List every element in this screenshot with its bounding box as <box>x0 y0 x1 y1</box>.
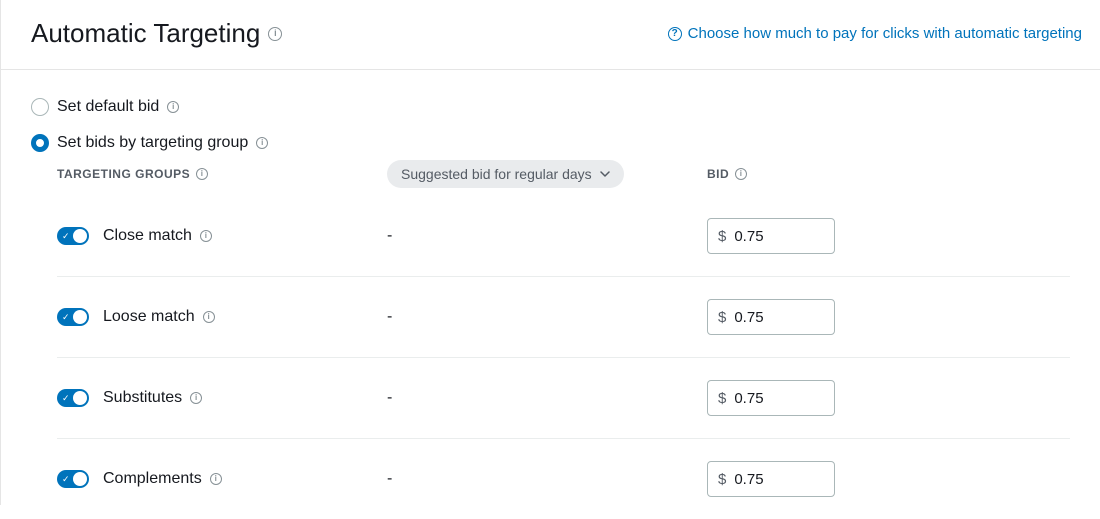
targeting-group-row: ✓ Complements - $ <box>57 439 1070 519</box>
targeting-groups-header-text: TARGETING GROUPS <box>57 167 190 181</box>
suggested-bid-cell: - <box>387 470 707 488</box>
radio-option-group-bid[interactable]: Set bids by targeting group <box>31 134 1070 152</box>
bid-input[interactable] <box>734 309 794 326</box>
bid-input-wrapper[interactable]: $ <box>707 380 835 416</box>
toggle-knob <box>73 229 87 243</box>
info-icon[interactable] <box>735 168 747 180</box>
page-title: Automatic Targeting <box>31 18 282 49</box>
targeting-group-list: ✓ Close match - $ ✓ Loose match - $ ✓ Substitutes… <box>31 196 1070 519</box>
group-label: Substitutes <box>103 389 202 407</box>
targeting-groups-header: TARGETING GROUPS <box>57 167 387 181</box>
group-name-cell: ✓ Close match <box>57 227 387 245</box>
info-icon[interactable] <box>256 137 268 149</box>
suggested-bid-dropdown[interactable]: Suggested bid for regular days <box>387 160 624 188</box>
bid-header: BID <box>707 167 747 181</box>
suggested-bid-value: - <box>387 470 392 487</box>
group-label-text: Loose match <box>103 308 195 326</box>
currency-symbol: $ <box>718 390 726 407</box>
group-label: Close match <box>103 227 212 245</box>
toggle-knob <box>73 472 87 486</box>
targeting-group-row: ✓ Loose match - $ <box>57 277 1070 358</box>
check-icon: ✓ <box>62 474 70 485</box>
group-label-text: Complements <box>103 470 202 488</box>
radio-checked-icon[interactable] <box>31 134 49 152</box>
help-link[interactable]: Choose how much to pay for clicks with a… <box>668 25 1082 42</box>
group-name-cell: ✓ Substitutes <box>57 389 387 407</box>
info-icon[interactable] <box>200 230 212 242</box>
info-icon[interactable] <box>196 168 208 180</box>
body: Set default bid Set bids by targeting gr… <box>1 70 1100 519</box>
check-icon: ✓ <box>62 393 70 404</box>
bid-input-wrapper[interactable]: $ <box>707 299 835 335</box>
bid-cell: $ <box>707 218 835 254</box>
info-icon[interactable] <box>203 311 215 323</box>
radio-unchecked-icon[interactable] <box>31 98 49 116</box>
help-link-text: Choose how much to pay for clicks with a… <box>688 25 1082 42</box>
radio-label: Set default bid <box>57 98 159 116</box>
bid-cell: $ <box>707 380 835 416</box>
radio-label: Set bids by targeting group <box>57 134 248 152</box>
group-name-cell: ✓ Loose match <box>57 308 387 326</box>
header: Automatic Targeting Choose how much to p… <box>1 0 1100 70</box>
chevron-down-icon <box>600 169 610 179</box>
suggested-bid-dropdown-label: Suggested bid for regular days <box>401 166 592 182</box>
suggested-bid-cell: - <box>387 389 707 407</box>
currency-symbol: $ <box>718 309 726 326</box>
group-label: Complements <box>103 470 222 488</box>
group-name-cell: ✓ Complements <box>57 470 387 488</box>
bid-input-wrapper[interactable]: $ <box>707 461 835 497</box>
group-toggle[interactable]: ✓ <box>57 227 89 245</box>
suggested-bid-cell: - <box>387 227 707 245</box>
bid-cell: $ <box>707 461 835 497</box>
column-headers: TARGETING GROUPS Suggested bid for regul… <box>31 160 1070 188</box>
currency-symbol: $ <box>718 471 726 488</box>
bid-input-wrapper[interactable]: $ <box>707 218 835 254</box>
info-icon[interactable] <box>210 473 222 485</box>
currency-symbol: $ <box>718 228 726 245</box>
group-toggle[interactable]: ✓ <box>57 389 89 407</box>
info-icon[interactable] <box>190 392 202 404</box>
group-label-text: Substitutes <box>103 389 182 407</box>
suggested-bid-header: Suggested bid for regular days <box>387 160 707 188</box>
question-icon <box>668 27 682 41</box>
targeting-group-row: ✓ Close match - $ <box>57 196 1070 277</box>
bid-cell: $ <box>707 299 835 335</box>
toggle-knob <box>73 310 87 324</box>
page-title-text: Automatic Targeting <box>31 18 260 49</box>
radio-option-default-bid[interactable]: Set default bid <box>31 98 1070 116</box>
group-label-text: Close match <box>103 227 192 245</box>
suggested-bid-value: - <box>387 389 392 406</box>
bid-input[interactable] <box>734 228 794 245</box>
bid-input[interactable] <box>734 471 794 488</box>
group-label: Loose match <box>103 308 215 326</box>
check-icon: ✓ <box>62 312 70 323</box>
bid-input[interactable] <box>734 390 794 407</box>
group-toggle[interactable]: ✓ <box>57 470 89 488</box>
toggle-knob <box>73 391 87 405</box>
suggested-bid-cell: - <box>387 308 707 326</box>
suggested-bid-value: - <box>387 308 392 325</box>
group-toggle[interactable]: ✓ <box>57 308 89 326</box>
suggested-bid-value: - <box>387 227 392 244</box>
targeting-group-row: ✓ Substitutes - $ <box>57 358 1070 439</box>
bid-header-text: BID <box>707 167 729 181</box>
check-icon: ✓ <box>62 231 70 242</box>
info-icon[interactable] <box>268 27 282 41</box>
info-icon[interactable] <box>167 101 179 113</box>
